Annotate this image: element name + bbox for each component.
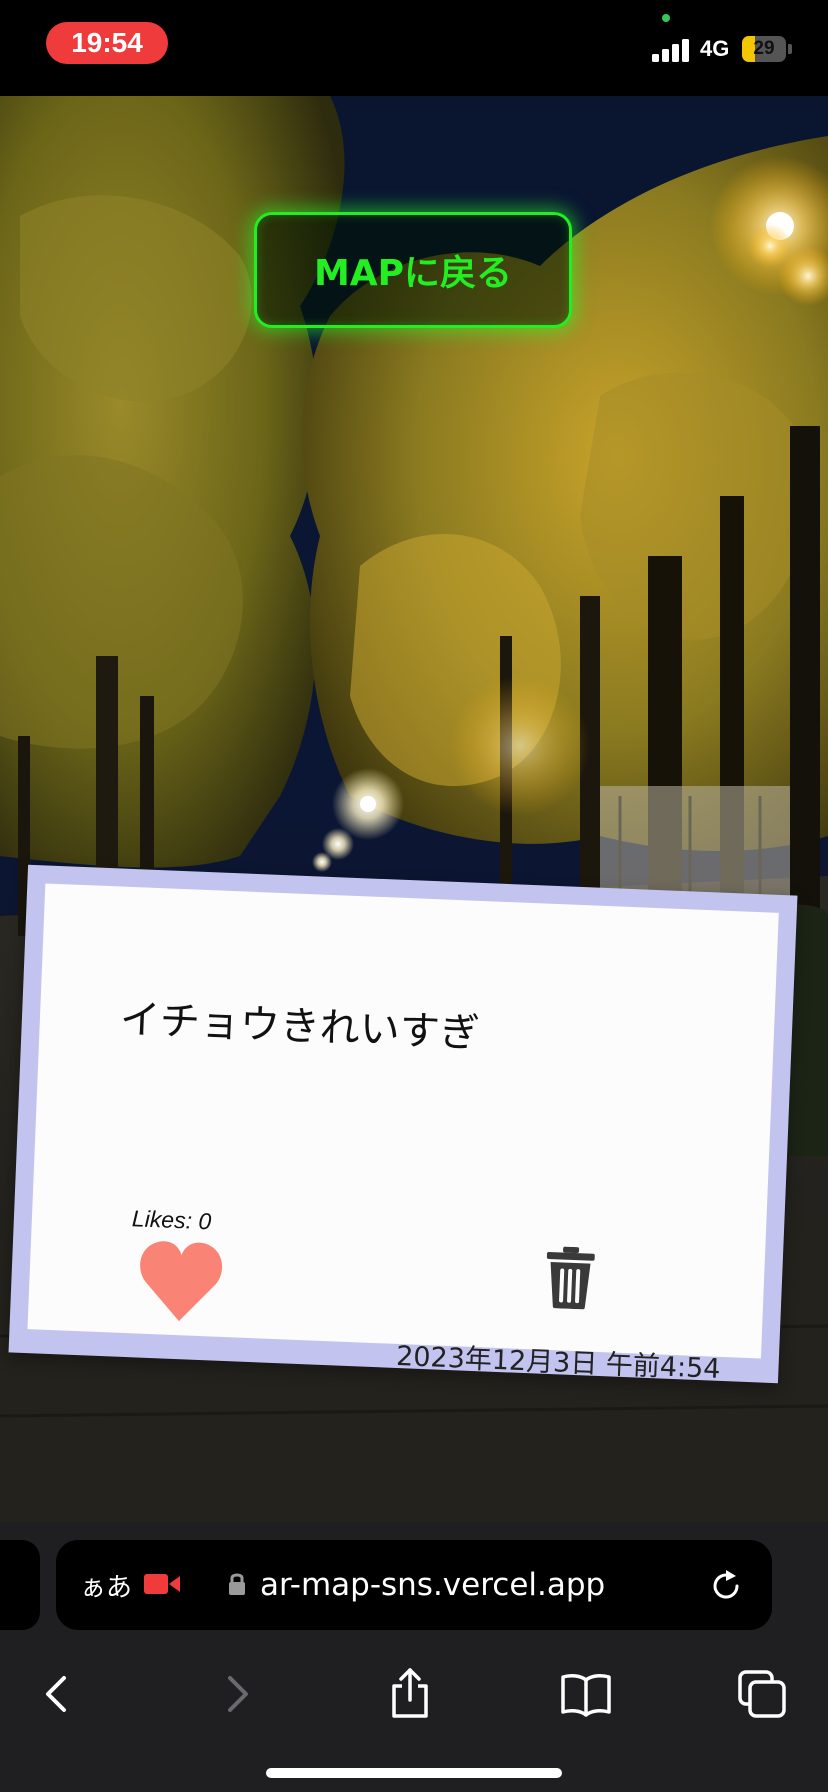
battery-tip [788,44,792,54]
post-card-body: イチョウきれいすぎ Likes: 0 2023年12月3日 午前4:54 [27,883,779,1385]
reload-icon[interactable] [708,1568,744,1604]
chevron-left-icon [46,1676,66,1712]
status-bar: 19:54 4G 29 [0,0,828,96]
like-button[interactable] [136,1238,225,1325]
book-icon [561,1674,611,1717]
address-bar[interactable]: ぁあ ar-map-sns.vercel.app [56,1540,772,1630]
status-time[interactable]: 19:54 [46,22,168,64]
delete-post-button[interactable] [545,1246,595,1310]
browser-toolbar: ぁあ ar-map-sns.vercel.app [0,1522,828,1792]
screen: 19:54 4G 29 MAPに戻る イチョウきれいすぎ Likes: 0 20… [0,0,828,1792]
share-icon [392,1668,428,1718]
network-type: 4G [700,36,730,61]
back-to-map-button[interactable]: MAPに戻る [254,212,572,328]
screen-record-icon[interactable] [144,1570,180,1598]
post-text: イチョウきれいすぎ [119,996,481,1057]
tabs-button[interactable] [732,1664,792,1724]
lock-icon [229,1573,245,1595]
likes-count: Likes: 0 [131,1205,212,1235]
forward-button[interactable] [206,1664,266,1724]
home-indicator[interactable] [266,1768,562,1778]
camera-indicator-dot [662,14,670,22]
text-size-button[interactable]: ぁあ [80,1540,132,1630]
back-button[interactable] [28,1664,88,1724]
bookmarks-button[interactable] [556,1664,616,1724]
share-button[interactable] [380,1664,440,1724]
previous-tab-peek[interactable] [0,1540,40,1630]
tabs-icon [738,1670,786,1718]
heart-icon [140,1241,223,1322]
cellular-signal-icon [652,38,692,62]
battery-level: 29 [753,38,775,59]
post-card: イチョウきれいすぎ Likes: 0 2023年12月3日 午前4:54 [8,864,798,1385]
url-text[interactable]: ar-map-sns.vercel.app [260,1540,605,1630]
battery-icon: 29 [742,36,786,62]
trash-icon [546,1246,595,1310]
chevron-right-icon [228,1676,248,1712]
